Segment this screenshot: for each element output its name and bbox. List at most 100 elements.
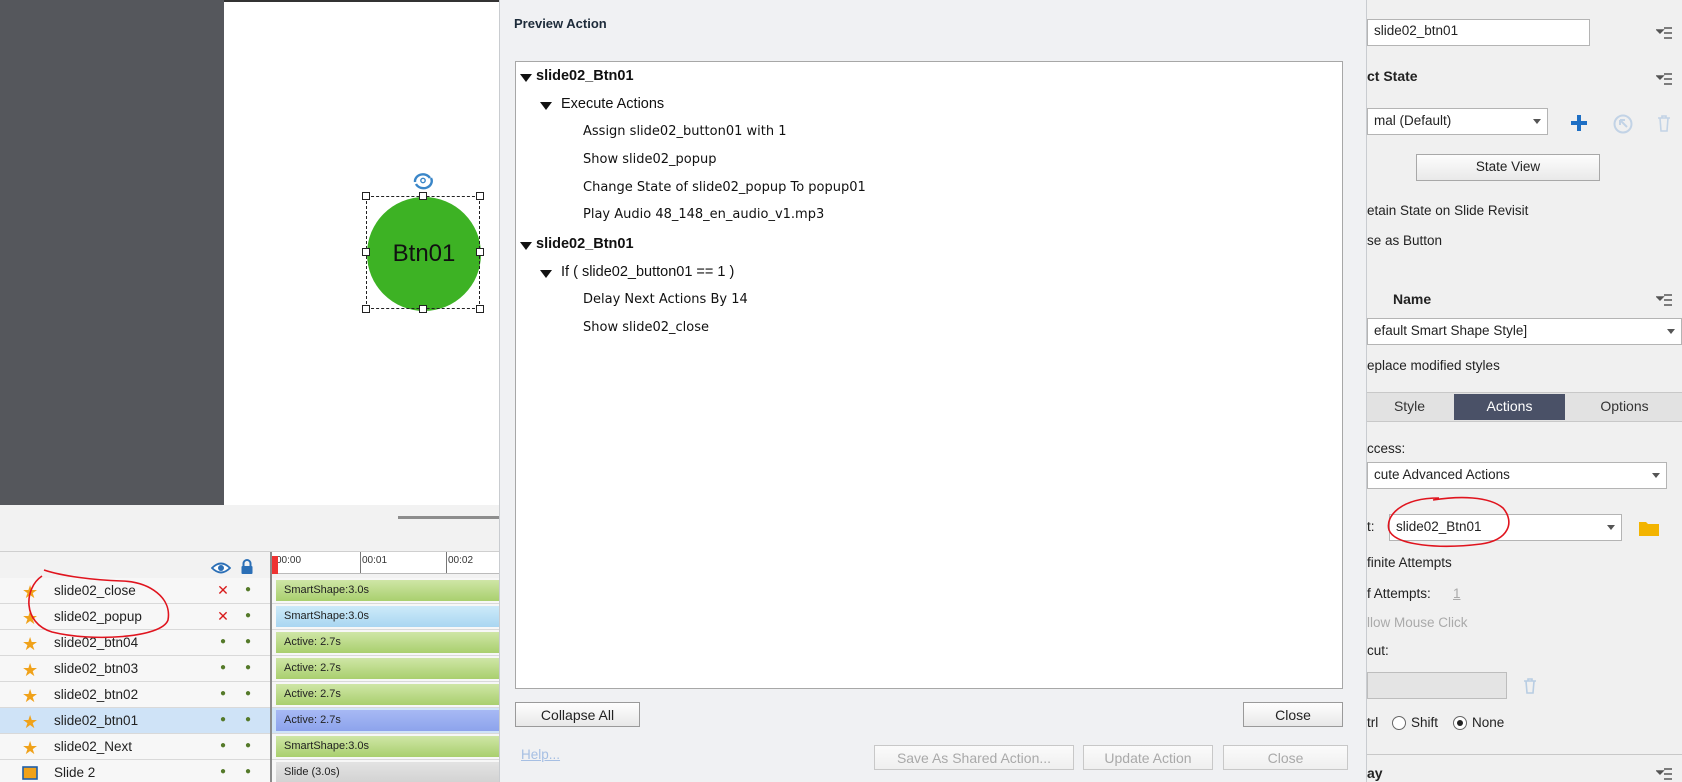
collapse-all-button[interactable]: Collapse All (515, 702, 640, 727)
visible-dot-icon[interactable]: ● (217, 766, 229, 778)
panel-menu-icon[interactable] (1656, 73, 1672, 85)
tree-action-statement[interactable]: Assign slide02_button01 with 1 (583, 124, 787, 139)
timeline-bar[interactable]: Active: 2.7s (276, 632, 499, 653)
unlocked-dot-icon[interactable]: ● (242, 610, 254, 622)
expand-triangle-icon[interactable] (520, 74, 532, 82)
tree-action-block[interactable]: If ( slide02_button01 == 1 ) (561, 264, 734, 280)
timeline-row[interactable]: ★ slide02_btn01 ● ● Active: 2.7s (0, 708, 499, 734)
unlocked-dot-icon[interactable]: ● (242, 636, 254, 648)
tree-action-statement[interactable]: Change State of slide02_popup To popup01 (583, 180, 866, 195)
timeline-bar[interactable]: Slide (3.0s) (276, 762, 499, 782)
close-button[interactable]: Close (1243, 702, 1343, 727)
timeline-bar[interactable]: SmartShape:3.0s (276, 736, 499, 757)
infinite-attempts-checkbox-label[interactable]: finite Attempts (1367, 555, 1452, 570)
folder-icon[interactable] (1638, 520, 1660, 537)
state-view-button[interactable]: State View (1416, 154, 1600, 181)
visible-dot-icon[interactable]: ● (217, 714, 229, 726)
add-state-icon[interactable] (1570, 114, 1588, 132)
object-state-heading: ct State (1367, 68, 1418, 84)
use-as-button-checkbox-label[interactable]: se as Button (1367, 233, 1442, 248)
unlocked-dot-icon[interactable]: ● (242, 766, 254, 778)
unlocked-dot-icon[interactable]: ● (242, 688, 254, 700)
on-success-select[interactable]: cute Advanced Actions (1367, 462, 1667, 489)
tab-options[interactable]: Options (1567, 394, 1682, 420)
resize-handle-w[interactable] (362, 248, 370, 256)
edit-state-icon[interactable] (1613, 114, 1633, 134)
retain-state-checkbox-label[interactable]: etain State on Slide Revisit (1367, 203, 1528, 218)
timeline-row[interactable]: ★ slide02_btn02 ● ● Active: 2.7s (0, 682, 499, 708)
timeline-bar[interactable]: SmartShape:3.0s (276, 606, 499, 627)
panel-menu-icon[interactable] (1656, 294, 1672, 306)
shortcut-field[interactable] (1367, 672, 1507, 699)
timeline-row[interactable]: ★ slide02_Next ● ● SmartShape:3.0s (0, 734, 499, 760)
hidden-x-icon[interactable]: ✕ (217, 583, 229, 597)
modifier-none-label[interactable]: None (1472, 715, 1504, 730)
timeline-row[interactable]: ★ slide02_btn03 ● ● Active: 2.7s (0, 656, 499, 682)
clear-shortcut-icon[interactable] (1523, 677, 1537, 694)
tree-action-statement[interactable]: Delay Next Actions By 14 (583, 292, 748, 307)
timeline-bar[interactable]: Active: 2.7s (276, 710, 499, 731)
eye-icon[interactable] (211, 561, 231, 575)
unlocked-dot-icon[interactable]: ● (242, 584, 254, 596)
tree-action-statement[interactable]: Play Audio 48_148_en_audio_v1.mp3 (583, 207, 824, 222)
resize-handle-ne[interactable] (476, 192, 484, 200)
state-select-value: mal (Default) (1374, 113, 1452, 128)
update-action-button[interactable]: Update Action (1083, 745, 1213, 770)
timeline-bar[interactable]: Active: 2.7s (276, 658, 499, 679)
state-select[interactable]: mal (Default) (1367, 108, 1548, 135)
panel-menu-icon[interactable] (1656, 768, 1672, 780)
expand-triangle-icon[interactable] (540, 102, 552, 110)
resize-handle-n[interactable] (419, 192, 427, 200)
resize-handle-nw[interactable] (362, 192, 370, 200)
attempts-value[interactable]: 1 (1453, 586, 1461, 601)
star-icon: ★ (22, 738, 39, 758)
tree-action-statement[interactable]: Show slide02_close (583, 320, 709, 335)
resize-handle-sw[interactable] (362, 305, 370, 313)
expand-triangle-icon[interactable] (540, 270, 552, 278)
tree-action-block[interactable]: Execute Actions (561, 96, 664, 112)
timeline-bar[interactable]: SmartShape:3.0s (276, 580, 499, 601)
delete-state-icon[interactable] (1657, 114, 1671, 132)
close-disabled-button[interactable]: Close (1223, 745, 1348, 770)
style-select[interactable]: efault Smart Shape Style] (1367, 318, 1682, 345)
unlocked-dot-icon[interactable]: ● (242, 740, 254, 752)
timeline-bar[interactable]: Active: 2.7s (276, 684, 499, 705)
lock-icon[interactable] (240, 559, 254, 575)
resize-handle-e[interactable] (476, 248, 484, 256)
style-name-heading: Name (1393, 291, 1432, 307)
resize-handle-s[interactable] (419, 305, 427, 313)
timeline-row[interactable]: Slide 2 ● ● Slide (3.0s) (0, 760, 499, 782)
save-as-shared-action-button[interactable]: Save As Shared Action... (874, 745, 1074, 770)
visible-dot-icon[interactable]: ● (217, 740, 229, 752)
expand-triangle-icon[interactable] (520, 242, 532, 250)
tree-action-name[interactable]: slide02_Btn01 (536, 68, 634, 84)
modifier-shift-radio[interactable] (1392, 716, 1406, 730)
modifier-shift-label[interactable]: Shift (1411, 715, 1438, 730)
rotate-handle-icon[interactable] (411, 170, 435, 190)
tree-action-statement[interactable]: Show slide02_popup (583, 152, 716, 167)
allow-mouse-click-label[interactable]: llow Mouse Click (1367, 615, 1468, 630)
visible-dot-icon[interactable]: ● (217, 688, 229, 700)
on-success-value: cute Advanced Actions (1374, 467, 1510, 482)
resize-handle-se[interactable] (476, 305, 484, 313)
tab-style[interactable]: Style (1367, 394, 1452, 420)
modifier-none-radio[interactable] (1453, 716, 1467, 730)
tree-action-name[interactable]: slide02_Btn01 (536, 236, 634, 252)
panel-menu-icon[interactable] (1656, 27, 1672, 39)
help-link[interactable]: Help... (521, 747, 560, 762)
unlocked-dot-icon[interactable]: ● (242, 662, 254, 674)
visible-dot-icon[interactable]: ● (217, 662, 229, 674)
shortcut-label: cut: (1367, 643, 1389, 658)
tab-actions[interactable]: Actions (1454, 394, 1565, 420)
object-name-field[interactable]: slide02_btn01 (1367, 19, 1590, 46)
replace-styles-checkbox-label[interactable]: eplace modified styles (1367, 358, 1500, 373)
timeline-ruler[interactable]: 00:00 00:01 00:02 (272, 552, 499, 574)
timeline-scrollbar[interactable] (398, 516, 499, 519)
hidden-x-icon[interactable]: ✕ (217, 609, 229, 623)
on-success-label: ccess: (1367, 441, 1406, 456)
unlocked-dot-icon[interactable]: ● (242, 714, 254, 726)
playhead[interactable] (272, 556, 278, 574)
modifier-ctrl-label[interactable]: trl (1367, 715, 1378, 730)
visible-dot-icon[interactable]: ● (217, 636, 229, 648)
annotation-circle-layers (28, 569, 170, 639)
